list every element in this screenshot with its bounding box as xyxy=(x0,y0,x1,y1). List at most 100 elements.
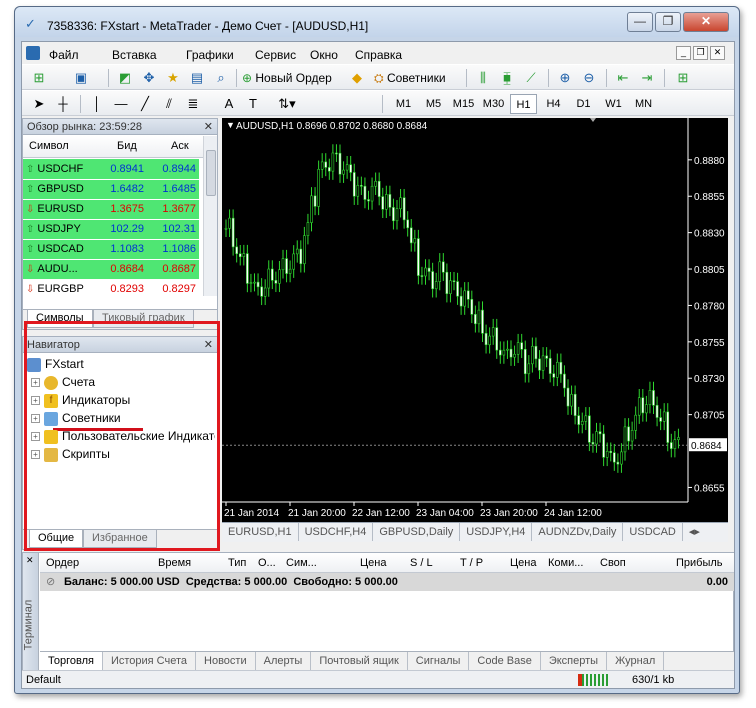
data-window-icon[interactable]: ✥ xyxy=(138,68,160,88)
timeframe-m15[interactable]: M15 xyxy=(450,94,477,114)
doc-icon[interactable] xyxy=(26,46,40,60)
zoom-out-icon[interactable]: ⊖ xyxy=(578,68,600,88)
mdi-restore-icon[interactable]: ❐ xyxy=(693,46,708,60)
price-chart[interactable]: 0.8880 0.8855 0.8830 0.8805 0.8780 0.8755 0.87… xyxy=(222,118,728,522)
fibonacci-icon[interactable]: ≣ xyxy=(182,94,204,114)
timeframe-mn[interactable]: MN xyxy=(630,94,657,114)
terminal-col[interactable]: S / L xyxy=(410,553,433,573)
timeframe-w1[interactable]: W1 xyxy=(600,94,627,114)
cursor-icon[interactable]: ➤ xyxy=(28,94,50,114)
timeframe-m5[interactable]: M5 xyxy=(420,94,447,114)
terminal-col[interactable]: Прибыль xyxy=(676,553,723,573)
mdi-close-icon[interactable]: ✕ xyxy=(710,46,725,60)
title-bar[interactable]: ✓ 7358336: FXstart - MetaTrader - Демо С… xyxy=(15,7,739,37)
terminal-tab[interactable]: Code Base xyxy=(469,652,541,670)
indicators-icon[interactable]: ⊞ xyxy=(672,68,694,88)
panel-close-icon[interactable]: ✕ xyxy=(204,119,213,135)
autoscroll-icon[interactable]: ⇥ xyxy=(636,68,658,88)
zoom-in-icon[interactable]: ⊕ xyxy=(554,68,576,88)
terminal-col[interactable]: Сим... xyxy=(286,553,317,573)
tab-scroll-icon[interactable]: ◂▸ xyxy=(683,523,706,541)
price-label: 0.8855 xyxy=(694,192,725,203)
menu-insert[interactable]: Вставка xyxy=(105,46,164,64)
experts-button[interactable]: ⛭ Советники xyxy=(374,68,446,88)
bar-chart-icon[interactable]: ⫼ xyxy=(472,68,494,88)
col-bid[interactable]: Бид xyxy=(117,140,137,152)
profiles-icon[interactable]: ▣ xyxy=(70,68,92,88)
menu-file[interactable]: Файл xyxy=(42,46,86,64)
navigator-icon[interactable]: ★ xyxy=(162,68,184,88)
chart-tab[interactable]: EURUSD,H1 xyxy=(222,523,299,541)
terminal-tab[interactable]: Эксперты xyxy=(541,652,608,670)
scroll-thumb[interactable] xyxy=(206,150,216,196)
market-row[interactable]: ⇧ GBPUSD 1.6482 1.6485 xyxy=(23,179,199,200)
market-row[interactable]: ⇧ USDJPY 102.29 102.31 xyxy=(23,219,199,240)
candle-body xyxy=(406,219,409,229)
text-icon[interactable]: A xyxy=(218,94,240,114)
candlestick-icon[interactable]: ⧯ xyxy=(496,68,518,88)
terminal-col[interactable]: T / P xyxy=(460,553,483,573)
menu-tools[interactable]: Сервис xyxy=(248,46,303,64)
chart-tab[interactable]: USDCAD xyxy=(623,523,683,541)
terminal-tab[interactable]: Журнал xyxy=(607,652,665,670)
terminal-col[interactable]: Ордер xyxy=(46,553,79,573)
horizontal-line-icon[interactable]: — xyxy=(110,94,132,114)
terminal-icon[interactable]: ▤ xyxy=(186,68,208,88)
chart-tab[interactable]: USDJPY,H4 xyxy=(460,523,533,541)
market-watch-icon[interactable]: ◩ xyxy=(114,68,136,88)
chart-tab[interactable]: AUDNZDv,Daily xyxy=(532,523,624,541)
chart-tab[interactable]: USDCHF,H4 xyxy=(299,523,374,541)
trend-line-icon[interactable]: ╱ xyxy=(134,94,156,114)
chart-shift-icon[interactable]: ⇤ xyxy=(612,68,634,88)
maximize-button[interactable]: ❐ xyxy=(655,12,681,32)
crosshair-icon[interactable]: ┼ xyxy=(52,94,74,114)
timeframe-h4[interactable]: H4 xyxy=(540,94,567,114)
timeframe-d1[interactable]: D1 xyxy=(570,94,597,114)
metaeditor-icon[interactable]: ◆ xyxy=(346,68,368,88)
terminal-close-icon[interactable]: ✕ xyxy=(26,555,34,566)
balance-row[interactable]: ⊘ Баланс: 5 000.00 USD Средства: 5 000.0… xyxy=(40,573,734,591)
market-row[interactable]: ⇩ EURGBP 0.8293 0.8297 xyxy=(23,279,199,300)
shift-marker-icon[interactable] xyxy=(590,118,596,122)
terminal-col[interactable]: Коми... xyxy=(548,553,583,573)
col-symbol[interactable]: Символ xyxy=(29,140,69,152)
col-ask[interactable]: Аск xyxy=(171,140,189,152)
market-row[interactable]: ⇧ USDCAD 1.1083 1.1086 xyxy=(23,239,199,260)
arrows-icon[interactable]: ⇅▾ xyxy=(270,94,304,114)
terminal-tab[interactable]: Почтовый ящик xyxy=(311,652,408,670)
chart-window[interactable]: 0.8880 0.8855 0.8830 0.8805 0.8780 0.8755 0.87… xyxy=(222,118,728,522)
new-order-button[interactable]: ⊕ Новый Ордер xyxy=(242,68,332,88)
close-button[interactable]: ✕ xyxy=(683,12,729,32)
market-row[interactable]: ⇩ AUDU... 0.8684 0.8687 xyxy=(23,259,199,280)
tester-icon[interactable]: ⌕ xyxy=(210,68,232,88)
terminal-col[interactable]: Тип xyxy=(228,553,246,573)
market-watch-scrollbar[interactable] xyxy=(203,136,217,296)
terminal-tab[interactable]: Сигналы xyxy=(408,652,470,670)
channel-icon[interactable]: ⫽ xyxy=(158,94,180,114)
terminal-col[interactable]: Своп xyxy=(600,553,626,573)
timeframe-h1[interactable]: H1 xyxy=(510,94,537,114)
chart-tab[interactable]: GBPUSD,Daily xyxy=(373,523,461,541)
menu-help[interactable]: Справка xyxy=(348,46,409,64)
timeframe-m30[interactable]: M30 xyxy=(480,94,507,114)
vertical-line-icon[interactable]: │ xyxy=(86,94,108,114)
terminal-col[interactable]: Цена xyxy=(510,553,536,573)
minimize-button[interactable]: — xyxy=(627,12,653,32)
menu-window[interactable]: Окно xyxy=(303,46,345,64)
label-icon[interactable]: T xyxy=(242,94,264,114)
terminal-tab[interactable]: Торговля xyxy=(40,652,103,670)
line-chart-icon[interactable]: ⟋ xyxy=(520,68,542,88)
terminal-col[interactable]: Цена xyxy=(360,553,386,573)
mdi-minimize-icon[interactable]: _ xyxy=(676,46,691,60)
timeframe-m1[interactable]: M1 xyxy=(390,94,417,114)
terminal-col[interactable]: О... xyxy=(258,553,276,573)
terminal-tab[interactable]: Алерты xyxy=(256,652,312,670)
market-row[interactable]: ⇧ USDCHF 0.8941 0.8944 xyxy=(23,159,199,180)
price-label: 0.8705 xyxy=(694,411,725,422)
terminal-col[interactable]: Время xyxy=(158,553,191,573)
terminal-tab[interactable]: Новости xyxy=(196,652,256,670)
market-row[interactable]: ⇩ EURUSD 1.3675 1.3677 xyxy=(23,199,199,220)
menu-charts[interactable]: Графики xyxy=(179,46,241,64)
new-chart-icon[interactable]: ⊞ xyxy=(28,68,50,88)
terminal-tab[interactable]: История Счета xyxy=(103,652,197,670)
